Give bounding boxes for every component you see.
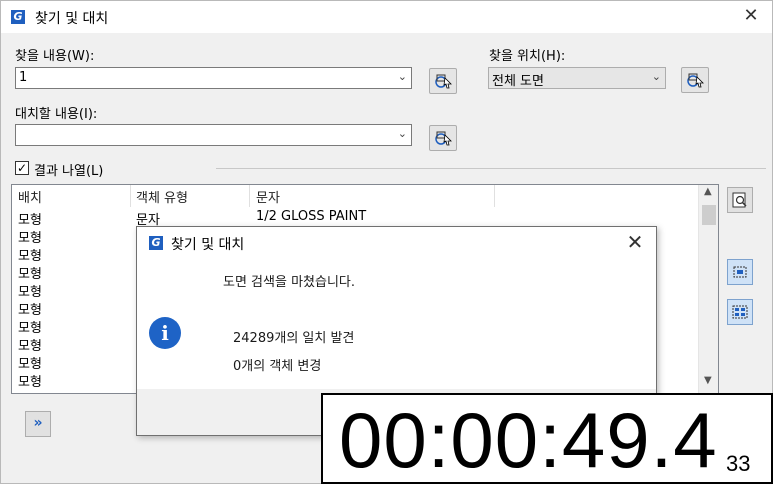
- find-where-label: 찾을 위치(H):: [489, 49, 566, 64]
- scroll-down-icon[interactable]: ▼: [704, 375, 712, 386]
- create-selection-set-button[interactable]: [727, 259, 753, 285]
- list-results-label: 결과 나열(L): [34, 164, 104, 179]
- app-logo-icon: G: [149, 236, 163, 250]
- app-logo-icon: G: [11, 10, 25, 24]
- scroll-thumb[interactable]: [702, 205, 716, 225]
- dialog-message: 도면 검색을 마쳤습니다.: [223, 275, 355, 290]
- select-objects-icon: [435, 74, 452, 89]
- find-where-value: 전체 도면: [492, 74, 544, 89]
- find-pick-button[interactable]: [429, 68, 457, 94]
- find-value: 1: [19, 70, 28, 85]
- scroll-up-icon[interactable]: ▲: [704, 186, 712, 197]
- table-row[interactable]: 모형: [18, 299, 42, 318]
- zoom-to-button[interactable]: [727, 187, 753, 213]
- replace-label: 대치할 내용(I):: [15, 107, 98, 122]
- header-divider: [130, 185, 131, 207]
- chevron-down-icon[interactable]: ⌄: [652, 70, 661, 83]
- dialog-close-icon[interactable]: ✕: [624, 230, 646, 254]
- table-cell[interactable]: 1/2 GLOSS PAINT: [256, 209, 366, 224]
- title-bar: G 찾기 및 대치 ✕: [1, 1, 772, 33]
- dialog-title-bar: G 찾기 및 대치 ✕: [137, 227, 656, 259]
- find-where-pick-button[interactable]: [681, 67, 709, 93]
- header-divider: [249, 185, 250, 207]
- dialog-title: 찾기 및 대치: [171, 237, 245, 253]
- timer-fraction: 33: [726, 451, 751, 476]
- chevron-down-icon[interactable]: ⌄: [398, 70, 407, 83]
- select-objects-icon: [435, 131, 452, 146]
- expand-options-button[interactable]: »: [25, 411, 51, 437]
- column-header-text[interactable]: 문자: [256, 187, 280, 206]
- table-row[interactable]: 모형: [18, 227, 42, 246]
- table-row[interactable]: 모형: [18, 245, 42, 264]
- selection-set-all-icon: [732, 305, 748, 319]
- table-row[interactable]: 모형: [18, 317, 42, 336]
- info-icon: i: [149, 317, 181, 349]
- column-header-object-type[interactable]: 객체 유형: [136, 187, 188, 206]
- find-where-select[interactable]: 전체 도면 ⌄: [488, 67, 666, 89]
- window-title: 찾기 및 대치: [35, 11, 109, 27]
- matches-found-text: 24289개의 일치 발견: [233, 331, 355, 346]
- table-row[interactable]: 모형: [18, 371, 42, 390]
- table-row[interactable]: 모형: [18, 353, 42, 372]
- timer-main: 00:00:49.4: [339, 396, 718, 484]
- create-selection-set-all-button[interactable]: [727, 299, 753, 325]
- find-combobox[interactable]: 1 ⌄: [15, 67, 412, 89]
- table-row[interactable]: 모형: [18, 263, 42, 282]
- zoom-to-icon: [732, 192, 747, 208]
- objects-changed-text: 0개의 객체 변경: [233, 359, 322, 374]
- divider: [216, 168, 766, 169]
- replace-pick-button[interactable]: [429, 125, 457, 151]
- table-row[interactable]: 모형: [18, 209, 42, 228]
- replace-combobox[interactable]: ⌄: [15, 124, 412, 146]
- selection-set-icon: [733, 266, 747, 278]
- column-header-layout[interactable]: 배치: [18, 187, 42, 206]
- elapsed-timer-overlay: 00:00:49.4 33: [321, 393, 773, 484]
- chevron-down-icon[interactable]: ⌄: [398, 127, 407, 140]
- table-row[interactable]: 모형: [18, 335, 42, 354]
- select-objects-icon: [687, 73, 704, 88]
- list-results-checkbox[interactable]: ✓: [15, 161, 29, 175]
- header-divider: [494, 185, 495, 207]
- table-row[interactable]: 모형: [18, 281, 42, 300]
- close-icon[interactable]: ✕: [740, 5, 762, 27]
- dialog-body: i 도면 검색을 마쳤습니다. 24289개의 일치 발견 0개의 객체 변경: [137, 259, 656, 389]
- vertical-scrollbar[interactable]: ▲ ▼: [698, 185, 718, 393]
- find-label: 찾을 내용(W):: [15, 49, 95, 64]
